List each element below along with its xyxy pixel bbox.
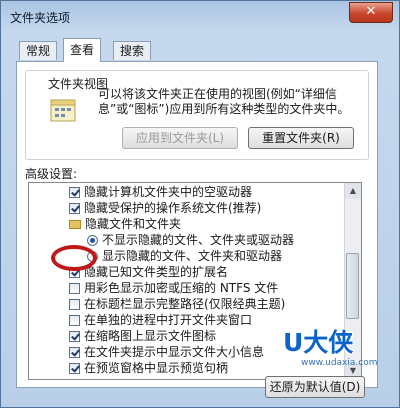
setting-label: 隐藏受保护的操作系统文件(推荐) <box>84 201 262 215</box>
setting-label: 在预览窗格中显示预览句柄 <box>84 361 229 375</box>
tab-view[interactable]: 查看 <box>63 38 102 62</box>
checkbox[interactable] <box>69 363 80 374</box>
restore-defaults-button[interactable]: 还原为默认值(D) <box>265 376 365 398</box>
close-icon: ✕ <box>365 4 377 19</box>
checkbox[interactable] <box>69 347 80 358</box>
folder-views-group: 文件夹视图 可以将该文件夹正在使用的视图(例如“详细信息”或“图标”)应用到所有… <box>25 70 369 160</box>
setting-label: 显示隐藏的文件、文件夹和驱动器 <box>102 249 283 263</box>
watermark-url: www.udaxia.com <box>301 358 378 368</box>
checkbox[interactable] <box>69 331 80 342</box>
setting-color-ntfs[interactable]: 用彩色显示加密或压缩的 NTFS 文件 <box>69 281 278 296</box>
checkbox[interactable] <box>69 315 80 326</box>
setting-hidden-files-folder: 隐藏文件和文件夹 <box>69 217 181 232</box>
scroll-up-arrow-icon[interactable]: ▲ <box>345 183 361 199</box>
setting-label: 用彩色显示加密或压缩的 NTFS 文件 <box>84 281 279 295</box>
folder-views-description: 可以将该文件夹正在使用的视图(例如“详细信息”或“图标”)应用到所有这种类型的文… <box>98 87 350 116</box>
tab-search-label: 搜索 <box>120 44 145 58</box>
tab-general[interactable]: 常规 <box>19 41 58 60</box>
title-bar[interactable]: 文件夹选项 ✕ <box>1 1 399 33</box>
apply-to-folders-button[interactable]: 应用到文件夹(L) <box>122 127 238 149</box>
setting-preview-handlers[interactable]: 在预览窗格中显示预览句柄 <box>69 361 228 376</box>
setting-label: 不显示隐藏的文件、文件夹或驱动器 <box>102 233 295 247</box>
tab-general-label: 常规 <box>26 44 51 58</box>
radio[interactable] <box>87 235 98 246</box>
setting-label: 隐藏计算机文件夹中的空驱动器 <box>84 185 253 199</box>
window-title: 文件夹选项 <box>10 11 71 25</box>
scroll-thumb[interactable] <box>346 253 359 319</box>
setting-label: 在标题栏显示完整路径(仅限经典主题) <box>84 297 286 311</box>
checkbox[interactable] <box>69 299 80 310</box>
setting-label: 在文件夹提示中显示文件大小信息 <box>84 345 265 359</box>
tab-search[interactable]: 搜索 <box>113 41 152 60</box>
tab-view-label: 查看 <box>70 43 95 57</box>
setting-hide-empty-drives[interactable]: 隐藏计算机文件夹中的空驱动器 <box>69 185 252 200</box>
watermark-logo: U大侠 <box>283 328 354 357</box>
setting-separate-process[interactable]: 在单独的进程中打开文件夹窗口 <box>69 313 252 328</box>
highlight-circle-annotation <box>51 245 97 271</box>
setting-label: 在单独的进程中打开文件夹窗口 <box>84 313 253 327</box>
reset-folders-button[interactable]: 重置文件夹(R) <box>248 127 354 149</box>
setting-show-hidden[interactable]: 显示隐藏的文件、文件夹和驱动器 <box>87 249 282 264</box>
setting-full-path-title[interactable]: 在标题栏显示完整路径(仅限经典主题) <box>69 297 285 312</box>
checkbox[interactable] <box>69 283 80 294</box>
folder-view-icon <box>50 99 76 122</box>
setting-dont-show-hidden[interactable]: 不显示隐藏的文件、文件夹或驱动器 <box>87 233 294 248</box>
setting-thumbnail-icons[interactable]: 在缩略图上显示文件图标 <box>69 329 216 344</box>
setting-label: 隐藏已知文件类型的扩展名 <box>84 265 229 279</box>
checkbox[interactable] <box>69 187 80 198</box>
folder-options-window: 文件夹选项 ✕ 常规 查看 搜索 文件夹视图 可以将该文件夹正在使用的视图(例如… <box>0 0 400 408</box>
advanced-settings-label: 高级设置: <box>25 167 78 181</box>
close-button[interactable]: ✕ <box>349 2 393 23</box>
setting-label: 隐藏文件和文件夹 <box>85 217 182 231</box>
setting-hide-extensions[interactable]: 隐藏已知文件类型的扩展名 <box>69 265 228 280</box>
checkbox[interactable] <box>69 203 80 214</box>
setting-hide-protected-os-files[interactable]: 隐藏受保护的操作系统文件(推荐) <box>69 201 261 216</box>
setting-size-in-tips[interactable]: 在文件夹提示中显示文件大小信息 <box>69 345 264 360</box>
folder-icon <box>69 220 81 229</box>
setting-label: 在缩略图上显示文件图标 <box>84 329 217 343</box>
